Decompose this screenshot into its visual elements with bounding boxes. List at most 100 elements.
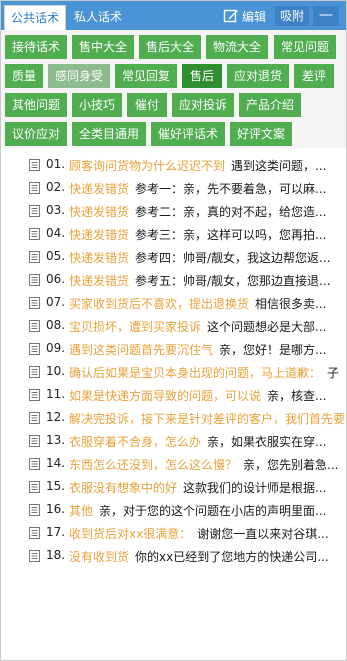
document-icon <box>29 481 40 493</box>
category-complaints[interactable]: 应对投诉 <box>172 93 234 117</box>
category-after-sale[interactable]: 售后 <box>182 64 222 88</box>
document-icon <box>29 274 40 286</box>
document-icon <box>29 297 40 309</box>
phrase-preview: 参考三：亲，这样可以吗，您再拍... <box>135 228 327 242</box>
phrase-item[interactable]: 02. 快递发错货 参考一：亲，先不要着急，可以麻... <box>1 176 346 199</box>
phrase-title: 其他 <box>69 504 94 518</box>
category-other[interactable]: 其他问题 <box>5 93 67 117</box>
header-bar: 公共话术 私人话术 编辑 吸附 — <box>1 1 346 30</box>
phrase-title: 衣服穿着不合身，怎么办 <box>69 435 202 449</box>
phrase-number: 01. <box>46 157 66 171</box>
stick-button[interactable]: 吸附 <box>275 6 309 26</box>
phrase-item[interactable]: 09. 遇到这类问题首先要沉住气 亲，您好！是哪方... <box>1 337 346 360</box>
document-icon <box>29 182 40 194</box>
document-icon <box>29 458 40 470</box>
document-icon <box>29 366 40 378</box>
category-after-sale-all[interactable]: 售后大全 <box>139 35 201 59</box>
phrase-number: 14. <box>46 456 66 470</box>
phrase-item[interactable]: 14. 东西怎么还没到，怎么这么慢？ 亲，您先别着急... <box>1 452 346 475</box>
category-good-review-copy[interactable]: 好评文案 <box>230 122 292 146</box>
phrase-item[interactable]: 04. 快递发错货 参考三：亲，这样可以吗，您再拍... <box>1 222 346 245</box>
phrase-item[interactable]: 11. 如果是快递方面导致的问题，可以说 亲，核查... <box>1 383 346 406</box>
phrase-item[interactable]: 01. 顾客询问货物为什么迟迟不到 遇到这类问题，... <box>1 153 346 176</box>
phrase-number: 07. <box>46 295 66 309</box>
phrase-preview: 子 <box>327 366 340 380</box>
phrase-preview: 亲，您先别着急... <box>243 458 339 472</box>
document-icon <box>29 550 40 562</box>
phrase-preview: 相信很多卖... <box>255 297 327 311</box>
category-buttons: 接待话术 售中大全 售后大全 物流大全 常见问题 质量 感同身受 常见回复 售后… <box>1 30 346 148</box>
tab-private-phrases[interactable]: 私人话术 <box>68 5 128 30</box>
phrase-item[interactable]: 17. 收到货后对xx很满意： 谢谢您一直以来对谷琪... <box>1 521 346 544</box>
phrase-item[interactable]: 10. 确认后如果是宝贝本身出现的问题，马上道歉： 子 <box>1 360 346 383</box>
phrase-number: 13. <box>46 433 66 447</box>
phrase-preview: 参考四：帅哥/靓女，我这边帮您返... <box>135 251 331 265</box>
category-faq[interactable]: 常见问题 <box>274 35 336 59</box>
phrase-title: 解决完投诉，接下来是针对差评的客户，我们首先要 <box>69 412 346 426</box>
phrase-title: 遇到这类问题首先要沉住气 <box>69 343 214 357</box>
category-returns[interactable]: 应对退货 <box>227 64 289 88</box>
phrase-item[interactable]: 07. 买家收到货后不喜欢，提出退换货 相信很多卖... <box>1 291 346 314</box>
phrase-preview: 亲，核查... <box>267 389 327 403</box>
category-good-review-reminder[interactable]: 催好评话术 <box>151 122 225 146</box>
phrase-number: 06. <box>46 272 66 286</box>
category-product-intro[interactable]: 产品介绍 <box>239 93 301 117</box>
phrase-item[interactable]: 15. 衣服没有想象中的好 这款我们的设计师是根据... <box>1 475 346 498</box>
phrase-number: 12. <box>46 410 66 424</box>
minimize-button[interactable]: — <box>313 6 339 26</box>
phrase-number: 10. <box>46 364 66 378</box>
phrase-preview: 这个问题想必是大部... <box>207 320 327 334</box>
phrase-preview: 亲，如果衣服实在穿... <box>207 435 327 449</box>
category-common-reply[interactable]: 常见回复 <box>115 64 177 88</box>
category-in-sale[interactable]: 售中大全 <box>72 35 134 59</box>
document-icon <box>29 159 40 171</box>
category-bargaining[interactable]: 议价应对 <box>5 122 67 146</box>
phrase-title: 东西怎么还没到，怎么这么慢？ <box>69 458 238 472</box>
tab-public-phrases[interactable]: 公共话术 <box>4 5 66 30</box>
phrase-number: 11. <box>46 387 66 401</box>
phrase-number: 03. <box>46 203 66 217</box>
phrase-item[interactable]: 13. 衣服穿着不合身，怎么办 亲，如果衣服实在穿... <box>1 429 346 452</box>
document-icon <box>29 527 40 539</box>
category-empathy[interactable]: 感同身受 <box>48 64 110 88</box>
phrase-item[interactable]: 18. 没有收到货 你的xx已经到了您地方的快递公司... <box>1 544 346 567</box>
phrase-title: 如果是快递方面导致的问题，可以说 <box>69 389 262 403</box>
phrase-title: 快递发错货 <box>69 228 130 242</box>
edit-button[interactable]: 编辑 <box>223 5 266 27</box>
category-bad-review[interactable]: 差评 <box>294 64 334 88</box>
phrase-title: 快递发错货 <box>69 274 130 288</box>
phrase-item[interactable]: 16. 其他 亲，对于您的这个问题在小店的声明里面... <box>1 498 346 521</box>
document-icon <box>29 228 40 240</box>
phrase-number: 05. <box>46 249 66 263</box>
phrase-title: 快递发错货 <box>69 205 130 219</box>
category-logistics[interactable]: 物流大全 <box>206 35 268 59</box>
edit-label: 编辑 <box>242 9 267 24</box>
category-reception[interactable]: 接待话术 <box>5 35 67 59</box>
category-tips[interactable]: 小技巧 <box>72 93 122 117</box>
category-all-general[interactable]: 全类目通用 <box>72 122 146 146</box>
document-icon <box>29 320 40 332</box>
document-icon <box>29 205 40 217</box>
phrase-preview: 亲，您好！是哪方... <box>219 343 327 357</box>
phrase-preview: 参考五：帅哥/靓女，您那边直接退... <box>135 274 331 288</box>
phrase-title: 买家收到货后不喜欢，提出退换货 <box>69 297 250 311</box>
phrase-item[interactable]: 06. 快递发错货 参考五：帅哥/靓女，您那边直接退... <box>1 268 346 291</box>
document-icon <box>29 343 40 355</box>
phrase-number: 09. <box>46 341 66 355</box>
phrase-number: 02. <box>46 180 66 194</box>
phrase-number: 08. <box>46 318 66 332</box>
phrase-item[interactable]: 08. 宝贝损坏，遭到买家投诉 这个问题想必是大部... <box>1 314 346 337</box>
phrase-title: 宝贝损坏，遭到买家投诉 <box>69 320 202 334</box>
edit-icon <box>223 9 238 23</box>
phrase-number: 18. <box>46 548 66 562</box>
phrase-item[interactable]: 05. 快递发错货 参考四：帅哥/靓女，我这边帮您返... <box>1 245 346 268</box>
phrase-item[interactable]: 12. 解决完投诉，接下来是针对差评的客户，我们首先要 <box>1 406 346 429</box>
category-payment-reminder[interactable]: 催付 <box>127 93 167 117</box>
phrase-number: 04. <box>46 226 66 240</box>
phrase-title: 顾客询问货物为什么迟迟不到 <box>69 159 226 173</box>
phrase-item[interactable]: 03. 快递发错货 参考二：亲，真的对不起，给您造... <box>1 199 346 222</box>
category-quality[interactable]: 质量 <box>5 64 43 88</box>
phrase-number: 15. <box>46 479 66 493</box>
phrase-preview: 亲，对于您的这个问题在小店的声明里面... <box>99 504 327 518</box>
phrase-title: 确认后如果是宝贝本身出现的问题，马上道歉： <box>69 366 322 380</box>
